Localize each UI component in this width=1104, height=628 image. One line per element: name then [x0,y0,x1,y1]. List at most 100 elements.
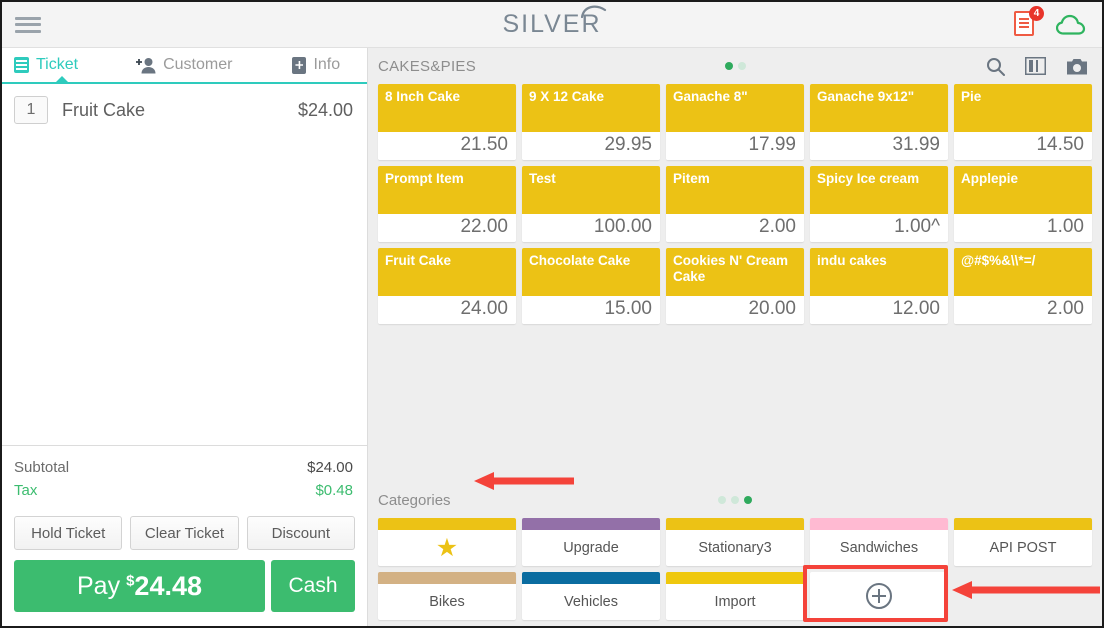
tab-info[interactable]: Info [292,56,340,74]
product-tile[interactable]: Test 100.00 [522,166,660,242]
categories-page-dots [378,496,1092,504]
product-tile[interactable]: Pitem 2.00 [666,166,804,242]
layout-columns-icon[interactable] [1025,57,1046,75]
category-tile[interactable]: Vehicles [522,572,660,620]
camera-icon[interactable] [1066,57,1088,76]
product-name: Test [522,166,660,214]
product-tile[interactable]: Chocolate Cake 15.00 [522,248,660,324]
category-tile[interactable]: Stationary3 [666,518,804,566]
add-category-button[interactable] [810,572,948,620]
tab-info-label: Info [313,56,341,73]
page-dot[interactable] [737,62,746,70]
page-dot[interactable] [724,62,733,70]
ticket-icon [14,57,29,73]
product-price: 1.00^ [810,214,948,242]
tab-customer-label: Customer [163,56,233,73]
product-name: Fruit Cake [378,248,516,296]
search-icon[interactable] [986,57,1005,76]
main-body: Ticket Customer Info 1 Fruit Cake $24.00… [2,48,1102,626]
category-label: Vehicles [563,594,618,610]
categories-section: Categories ★ Upgrade Stationary3 Sandwic… [368,482,1102,626]
pay-button[interactable]: Pay $24.48 [14,560,265,612]
category-tile[interactable]: Bikes [378,572,516,620]
clear-ticket-button[interactable]: Clear Ticket [130,516,239,550]
product-name: Ganache 8" [666,84,804,132]
products-grid: 8 Inch Cake 21.50 9 X 12 Cake 29.95 Ganach… [378,84,1092,324]
info-document-icon [292,56,307,74]
plus-circle-icon [866,583,892,609]
tab-ticket[interactable]: Ticket [14,56,78,74]
line-item-qty[interactable]: 1 [14,96,48,124]
category-tile[interactable]: Upgrade [522,518,660,566]
cloud-arc-icon [580,5,606,18]
hamburger-menu-icon[interactable] [15,15,41,35]
page-dot[interactable] [744,496,752,504]
catalog-panel: CAKES&PIES 8 Inch Cake 21.50 9 X 12 Cake… [368,48,1102,626]
top-bar: SILVER 4 [2,2,1102,48]
category-color-bar [522,572,660,584]
product-tile[interactable]: Fruit Cake 24.00 [378,248,516,324]
line-item-price: $24.00 [297,99,353,120]
products-header: CAKES&PIES [368,48,1102,84]
brand-logo: SILVER [2,2,1102,47]
category-color-bar [666,572,804,584]
hold-ticket-button[interactable]: Hold Ticket [14,516,123,550]
category-tile[interactable]: Sandwiches [810,518,948,566]
product-tile[interactable]: Pie 14.50 [954,84,1092,160]
ticket-items-list: 1 Fruit Cake $24.00 [2,84,367,445]
product-tile[interactable]: indu cakes 12.00 [810,248,948,324]
product-price: 24.00 [378,296,516,324]
product-tile[interactable]: Prompt Item 22.00 [378,166,516,242]
cloud-icon[interactable] [1056,14,1086,36]
cash-button[interactable]: Cash [271,560,355,612]
product-tile[interactable]: 9 X 12 Cake 29.95 [522,84,660,160]
categories-label: Categories [378,491,451,509]
product-price: 21.50 [378,132,516,160]
product-name: Pitem [666,166,804,214]
ticket-tabs: Ticket Customer Info [2,48,367,84]
category-color-bar [522,518,660,530]
product-name: @#$%&\\*=/ [954,248,1092,296]
category-label: Bikes [429,594,465,610]
category-tile-favorites[interactable]: ★ [378,518,516,566]
product-price: 2.00 [954,296,1092,324]
product-price: 17.99 [666,132,804,160]
category-label: Import [714,594,756,610]
page-dot[interactable] [718,496,726,504]
product-tile[interactable]: @#$%&\\*=/2.00 [954,248,1092,324]
products-grid-wrap: 8 Inch Cake 21.50 9 X 12 Cake 29.95 Ganach… [368,84,1102,324]
add-person-icon [136,57,156,73]
product-tile[interactable]: Ganache 9x12" 31.99 [810,84,948,160]
product-tile[interactable]: 8 Inch Cake 21.50 [378,84,516,160]
ticket-line-item[interactable]: 1 Fruit Cake $24.00 [2,84,367,136]
product-price: 1.00 [954,214,1092,242]
pay-label: Pay [76,571,121,600]
catalog-tools [986,57,1088,76]
subtotal-row: Subtotal $24.00 [14,456,353,479]
product-tile[interactable]: Ganache 8" 17.99 [666,84,804,160]
tab-customer[interactable]: Customer [136,56,232,74]
product-name: Pie [954,84,1092,132]
receipt-badge: 4 [1029,5,1044,21]
page-dot[interactable] [731,496,739,504]
category-color-bar [810,518,948,530]
product-price: 14.50 [954,132,1092,160]
product-tile[interactable]: Cookies N' Cream Cake 20.00 [666,248,804,324]
brand-name: SILVER [502,10,602,38]
category-color-bar [666,518,804,530]
category-color-bar [954,518,1092,530]
categories-grid: ★ Upgrade Stationary3 Sandwiches API POS… [378,518,1092,620]
category-label: API POST [989,540,1057,556]
category-label: Stationary3 [698,540,772,556]
discount-button[interactable]: Discount [246,516,355,550]
product-price: 20.00 [666,296,804,324]
product-price: 100.00 [522,214,660,242]
category-tile[interactable]: Import [666,572,804,620]
product-tile[interactable]: Spicy Ice cream 1.00^ [810,166,948,242]
open-tickets-button[interactable]: 4 [1014,5,1044,39]
category-tile[interactable]: API POST [954,518,1092,566]
product-tile[interactable]: Applepie 1.00 [954,166,1092,242]
category-label: Sandwiches [839,540,919,556]
tax-label: Tax [14,482,38,499]
tax-value: $0.48 [315,482,353,499]
